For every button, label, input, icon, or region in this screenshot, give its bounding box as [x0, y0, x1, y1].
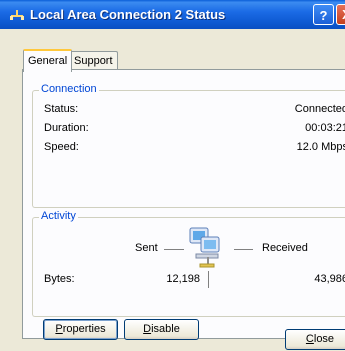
help-icon: ? [319, 8, 328, 23]
tab-panel-general: Connection Status: Connected Duration: 0… [22, 69, 345, 340]
properties-button[interactable]: Properties [43, 319, 118, 340]
disable-mnemonic: D [143, 323, 152, 335]
dialog-body: General Support Connection Status: Conne… [0, 29, 345, 351]
bytes-label: Bytes: [44, 273, 75, 285]
connection-group: Connection Status: Connected Duration: 0… [32, 83, 345, 208]
received-label: Received [262, 242, 308, 254]
received-connector-line [234, 249, 253, 250]
bytes-received-value: 43,986 [314, 273, 345, 285]
bytes-divider [208, 271, 209, 288]
window-close-button[interactable]: X [336, 4, 345, 25]
title-bar[interactable]: Local Area Connection 2 Status ? X [0, 0, 345, 29]
tab-support[interactable]: Support [69, 51, 118, 70]
properties-mnemonic: P [55, 323, 63, 335]
window-title: Local Area Connection 2 Status [30, 7, 226, 22]
status-value: Connected [294, 103, 345, 115]
activity-group-title: Activity [39, 210, 78, 222]
tab-support-label: Support [74, 55, 113, 67]
close-label: lose [313, 333, 335, 345]
properties-label: roperties [62, 323, 106, 335]
activity-group: Activity Sent Received Bytes: 12,198 43,… [32, 210, 345, 317]
speed-value: 12.0 Mbps [296, 141, 345, 153]
close-button[interactable]: Close [285, 329, 345, 350]
bytes-sent-value: 12,198 [166, 273, 200, 285]
status-label: Status: [44, 103, 79, 115]
duration-label: Duration: [44, 122, 89, 134]
sent-connector-line [164, 249, 184, 250]
speed-label: Speed: [44, 141, 79, 153]
disable-button[interactable]: Disable [124, 319, 199, 340]
network-connection-icon [10, 10, 24, 20]
disable-label: isable [151, 323, 180, 335]
close-mnemonic: C [305, 333, 314, 345]
tab-general[interactable]: General [23, 49, 73, 72]
help-button[interactable]: ? [313, 4, 334, 25]
connection-group-title: Connection [39, 83, 99, 95]
duration-value: 00:03:21 [305, 122, 345, 134]
network-activity-icon [189, 227, 220, 268]
sent-label: Sent [135, 242, 158, 254]
tab-general-label: General [28, 55, 68, 67]
